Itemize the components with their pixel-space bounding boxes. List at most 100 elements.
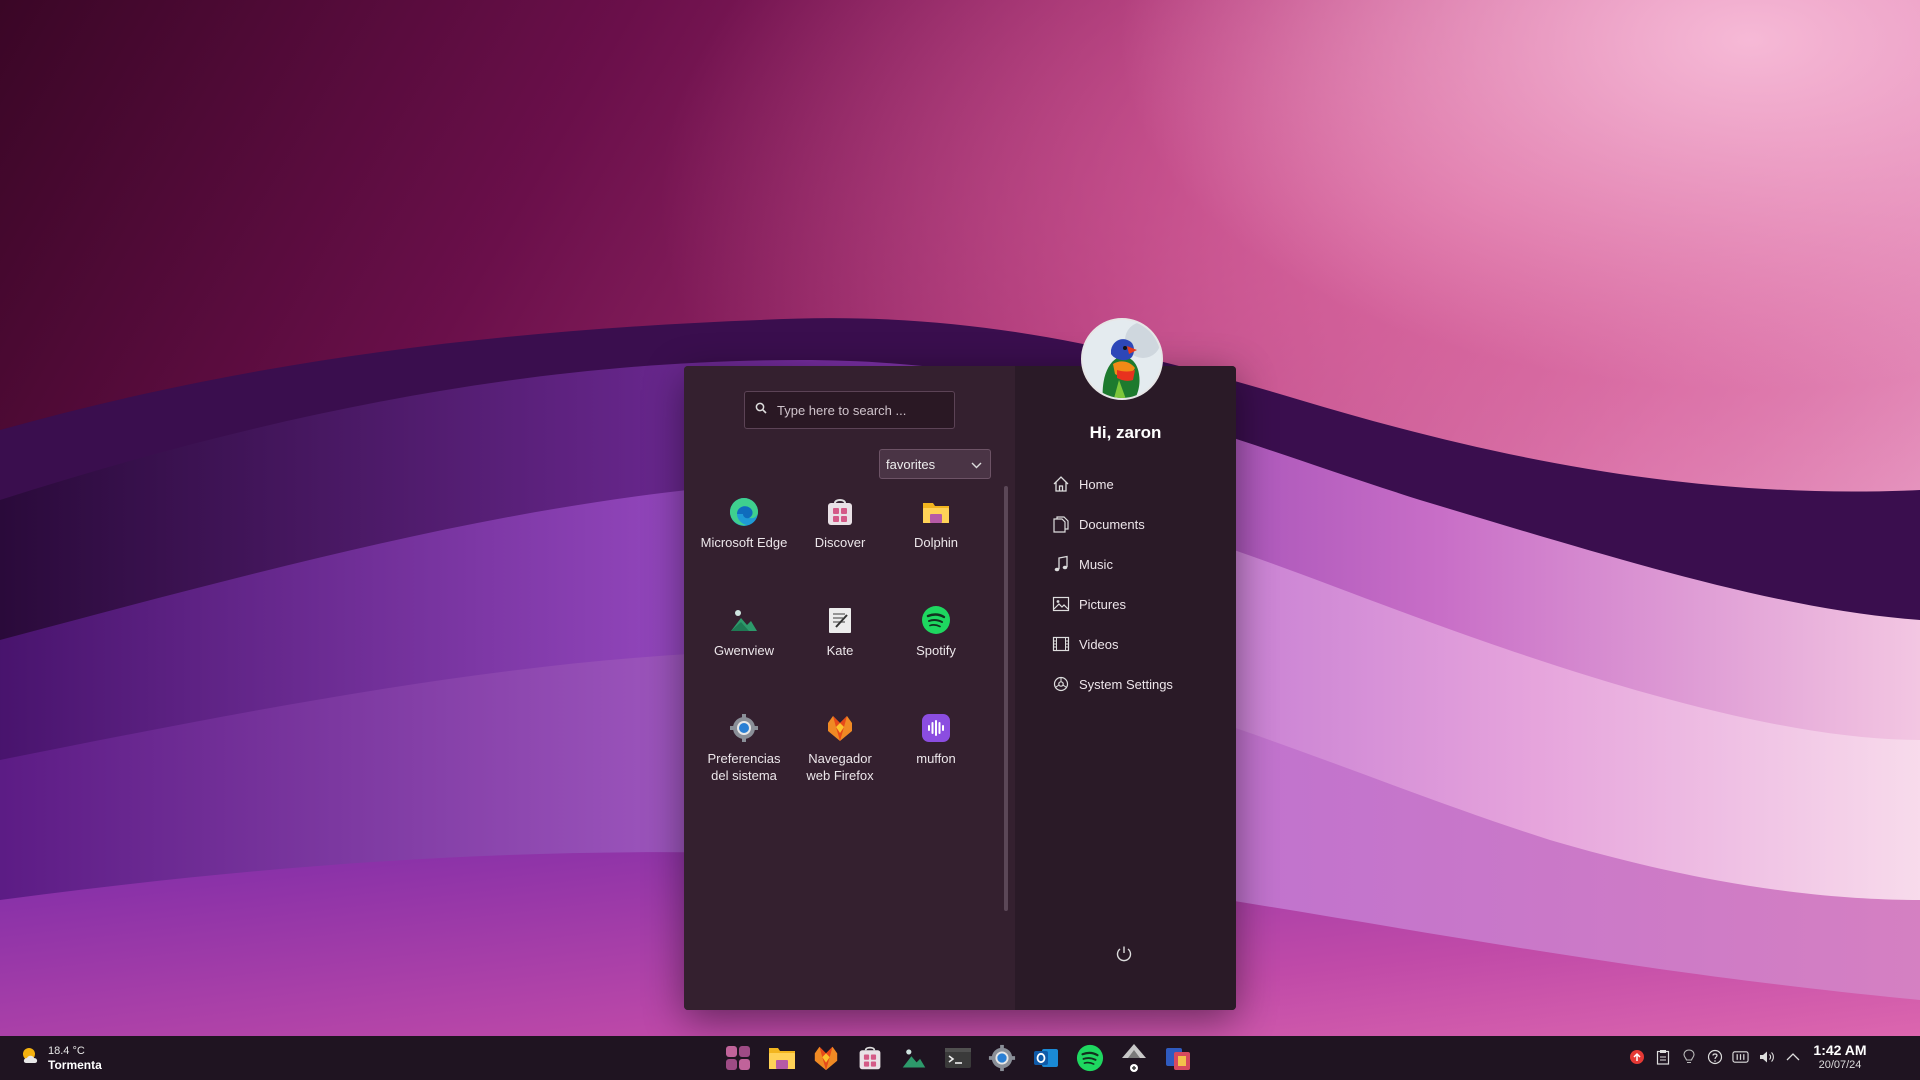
app-tile-firefox[interactable]: Navegador web Firefox xyxy=(792,708,888,802)
place-documents[interactable]: Documents xyxy=(1051,504,1173,544)
taskbar-system-settings[interactable] xyxy=(986,1040,1018,1076)
place-label: System Settings xyxy=(1079,676,1173,692)
settings-icon xyxy=(1051,674,1071,694)
taskbar-vault[interactable] xyxy=(1118,1040,1150,1076)
discover-icon xyxy=(824,496,856,528)
clock[interactable]: 1:42 AM 20/07/24 xyxy=(1800,1042,1880,1072)
taskbar-terminal[interactable] xyxy=(942,1040,974,1076)
outlook-icon xyxy=(1034,1049,1058,1067)
videos-icon xyxy=(1051,634,1071,654)
taskbar-gwenview[interactable] xyxy=(898,1040,930,1076)
lightbulb-icon[interactable] xyxy=(1680,1048,1697,1066)
firefox-icon xyxy=(814,1046,838,1071)
place-home[interactable]: Home xyxy=(1051,464,1173,504)
place-system-settings[interactable]: System Settings xyxy=(1051,664,1173,704)
image-viewer-icon xyxy=(728,604,760,636)
app-label: muffon xyxy=(916,751,956,766)
weather-condition: Tormenta xyxy=(48,1058,102,1072)
place-label: Music xyxy=(1079,556,1113,572)
power-icon xyxy=(1116,946,1132,962)
user-greeting: Hi, zaron xyxy=(1089,423,1162,442)
app-label: Preferencias del sistema xyxy=(707,751,781,783)
spotify-icon xyxy=(1076,1044,1104,1072)
user-pane: Hi, zaron Home Documents Music Pictures … xyxy=(1015,318,1236,1010)
volume-icon[interactable] xyxy=(1758,1048,1775,1066)
app-label: Kate xyxy=(826,643,854,658)
lorikeet-avatar-image xyxy=(1083,320,1161,398)
plasma-vault-icon xyxy=(1122,1044,1146,1072)
text-editor-icon xyxy=(824,604,856,636)
app-tile-muffon[interactable]: muffon xyxy=(888,708,984,802)
place-music[interactable]: Music xyxy=(1051,544,1173,584)
places-list: Home Documents Music Pictures Videos Sys… xyxy=(1051,464,1173,704)
place-label: Home xyxy=(1079,476,1114,492)
chevron-down-icon xyxy=(971,457,982,472)
home-icon xyxy=(1051,474,1071,494)
search-input[interactable] xyxy=(777,402,937,418)
place-label: Documents xyxy=(1079,516,1145,532)
gwenview-icon xyxy=(902,1049,926,1068)
app-label: Navegador web Firefox xyxy=(806,751,874,783)
app-label: Discover xyxy=(814,535,866,550)
taskbar: 18.4 °C Tormenta 1:42 AM 20/07/24 xyxy=(0,1036,1920,1080)
taskbar-app[interactable] xyxy=(1162,1040,1194,1076)
app-icon xyxy=(1166,1048,1190,1070)
category-dropdown[interactable]: favorites xyxy=(879,449,991,479)
dolphin-icon xyxy=(769,1048,795,1069)
system-tray xyxy=(1628,1048,1801,1066)
search-box[interactable] xyxy=(744,391,955,429)
weather-storm-icon xyxy=(20,1045,42,1072)
weather-widget[interactable]: 18.4 °C Tormenta xyxy=(20,1044,102,1073)
edge-icon xyxy=(728,496,760,528)
clipboard-icon[interactable] xyxy=(1654,1048,1671,1066)
start-menu: favorites Microsoft Edge Discover xyxy=(684,318,1236,1010)
place-videos[interactable]: Videos xyxy=(1051,624,1173,664)
taskbar-spotify[interactable] xyxy=(1074,1040,1106,1076)
system-settings-icon xyxy=(988,1044,1016,1072)
app-tile-dolphin[interactable]: Dolphin xyxy=(888,492,984,586)
discover-icon xyxy=(859,1046,881,1070)
app-tile-preferencias-del-sistema[interactable]: Preferencias del sistema xyxy=(696,708,792,802)
help-icon[interactable] xyxy=(1706,1048,1723,1066)
start-menu-icon xyxy=(726,1046,750,1070)
taskbar-outlook[interactable] xyxy=(1030,1040,1062,1076)
app-launcher-pane: favorites Microsoft Edge Discover xyxy=(684,366,1015,1010)
system-settings-icon xyxy=(728,712,760,744)
app-tile-kate[interactable]: Kate xyxy=(792,600,888,694)
app-tile-gwenview[interactable]: Gwenview xyxy=(696,600,792,694)
update-notification-icon[interactable] xyxy=(1628,1048,1645,1066)
music-icon xyxy=(1051,554,1071,574)
clock-date: 20/07/24 xyxy=(1818,1059,1862,1071)
app-tile-discover[interactable]: Discover xyxy=(792,492,888,586)
muffon-icon xyxy=(920,712,952,744)
place-pictures[interactable]: Pictures xyxy=(1051,584,1173,624)
terminal-icon xyxy=(945,1048,971,1068)
place-label: Pictures xyxy=(1079,596,1126,612)
scrollbar[interactable] xyxy=(1004,486,1008,911)
search-icon xyxy=(755,401,767,419)
weather-temperature: 18.4 °C xyxy=(48,1045,85,1057)
taskbar-discover[interactable] xyxy=(854,1040,886,1076)
app-tile-microsoft-edge[interactable]: Microsoft Edge xyxy=(696,492,792,586)
clock-time: 1:42 AM xyxy=(1813,1042,1867,1058)
app-tile-spotify[interactable]: Spotify xyxy=(888,600,984,694)
firefox-icon xyxy=(824,712,856,744)
avatar[interactable] xyxy=(1081,318,1163,400)
spotify-icon xyxy=(920,604,952,636)
taskbar-apps xyxy=(722,1040,1194,1076)
app-label: Gwenview xyxy=(714,643,774,658)
taskbar-dolphin[interactable] xyxy=(766,1040,798,1076)
battery-icon[interactable] xyxy=(1732,1048,1749,1066)
documents-icon xyxy=(1051,514,1071,534)
chevron-up-icon[interactable] xyxy=(1784,1048,1801,1066)
folder-icon xyxy=(920,496,952,528)
power-button[interactable] xyxy=(1114,944,1134,964)
favorites-grid: Microsoft Edge Discover Dolphin Gwenview xyxy=(696,492,984,802)
app-label: Microsoft Edge xyxy=(700,535,788,550)
category-selected: favorites xyxy=(886,456,936,472)
taskbar-firefox[interactable] xyxy=(810,1040,842,1076)
start-menu-button[interactable] xyxy=(722,1040,754,1076)
app-label: Spotify xyxy=(916,643,956,658)
place-label: Videos xyxy=(1079,636,1119,652)
pictures-icon xyxy=(1051,594,1071,614)
